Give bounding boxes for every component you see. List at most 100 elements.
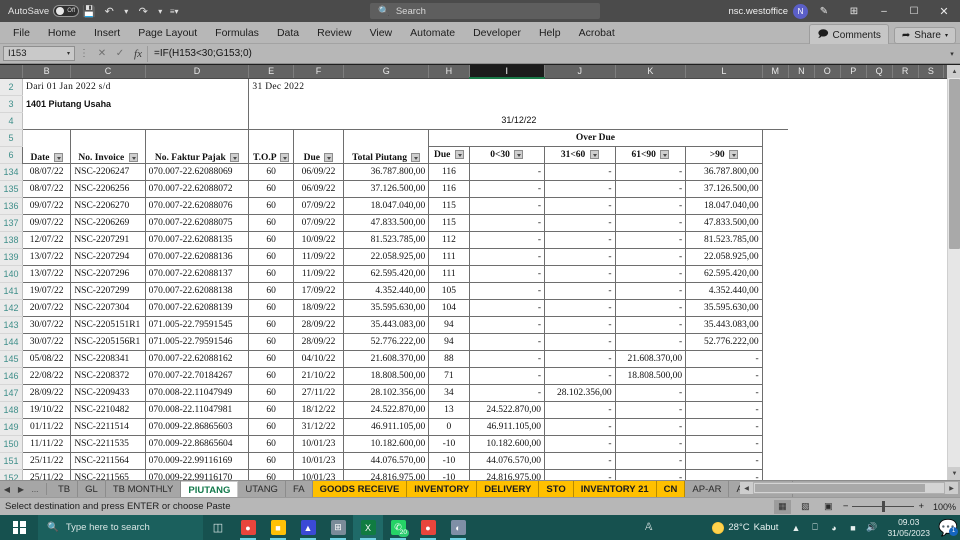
row-header-2[interactable]: 2 bbox=[0, 78, 24, 96]
cell-bucket-61-90[interactable]: - bbox=[614, 332, 687, 351]
cell-bucket-31-60[interactable]: 28.102.356,00 bbox=[544, 383, 616, 402]
cell-bucket-31-60[interactable]: - bbox=[544, 298, 616, 317]
table-row[interactable]: 137 09/07/22 NSC-2206269 070.007-22.6208807… bbox=[0, 213, 960, 232]
calculator-icon[interactable]: ⊞ bbox=[323, 515, 353, 540]
cell-due-date[interactable]: 10/01/23 bbox=[292, 468, 345, 480]
cell-due-date[interactable]: 07/09/22 bbox=[292, 196, 345, 215]
column-header-S[interactable]: S bbox=[918, 65, 945, 79]
cell-due-date[interactable]: 10/01/23 bbox=[292, 451, 345, 470]
tab-view[interactable]: View bbox=[361, 22, 402, 44]
horizontal-scrollbar[interactable]: ◀ ▶ bbox=[740, 481, 958, 495]
filter-dropdown-icon-od_61_90[interactable] bbox=[660, 149, 670, 159]
cell-faktur[interactable]: 070.008-22.11047981 bbox=[144, 400, 250, 419]
cell-bucket-61-90[interactable]: - bbox=[614, 230, 687, 249]
cell-top[interactable]: 60 bbox=[248, 332, 294, 351]
cell-bucket-31-60[interactable]: - bbox=[544, 264, 616, 283]
cell-bucket-0-30[interactable]: - bbox=[468, 315, 546, 334]
tab-page-layout[interactable]: Page Layout bbox=[129, 22, 206, 44]
row-header-140[interactable]: 140 bbox=[0, 265, 24, 283]
filter-dropdown-icon-od_due[interactable] bbox=[454, 149, 464, 159]
chevron-down-icon[interactable]: ▾ bbox=[67, 50, 70, 57]
tab-data[interactable]: Data bbox=[268, 22, 308, 44]
table-row[interactable]: 143 30/07/22 NSC-2205151R1 071.005-22.79591… bbox=[0, 315, 960, 334]
cell-overdue-days[interactable]: 115 bbox=[428, 213, 470, 232]
cell-invoice[interactable]: NSC-2207296 bbox=[70, 264, 146, 283]
taskbar-search-input[interactable]: 🔍 Type here to search bbox=[38, 515, 203, 540]
cell-total-piutang[interactable]: 24.816.975,00 bbox=[343, 468, 430, 480]
cell-bucket-over-90[interactable]: - bbox=[685, 366, 763, 385]
cell-total-piutang[interactable]: 22.058.925,00 bbox=[343, 247, 430, 266]
cell-overdue-days[interactable]: 112 bbox=[428, 230, 470, 249]
column-header-P[interactable]: P bbox=[840, 65, 867, 79]
cell-date[interactable]: 01/11/22 bbox=[22, 417, 72, 436]
row-header-3[interactable]: 3 bbox=[0, 95, 24, 113]
cell-bucket-0-30[interactable]: 10.182.600,00 bbox=[468, 434, 546, 453]
cell-bucket-over-90[interactable]: - bbox=[685, 400, 763, 419]
first-sheet-icon[interactable]: ◀ bbox=[0, 485, 14, 494]
cell-total-piutang[interactable]: 62.595.420,00 bbox=[343, 264, 430, 283]
column-header-K[interactable]: K bbox=[615, 65, 687, 79]
cell-bucket-31-60[interactable]: - bbox=[544, 468, 616, 480]
cell-overdue-days[interactable]: 0 bbox=[428, 417, 470, 436]
task-view-icon[interactable]: ◫ bbox=[203, 515, 233, 540]
cell-top[interactable]: 60 bbox=[248, 247, 294, 266]
cell-top[interactable]: 60 bbox=[248, 213, 294, 232]
cell-bucket-over-90[interactable]: - bbox=[685, 349, 763, 368]
cell-due-date[interactable]: 17/09/22 bbox=[292, 281, 345, 300]
cell-bucket-31-60[interactable]: - bbox=[544, 247, 616, 266]
cell-due-date[interactable]: 10/09/22 bbox=[292, 230, 345, 249]
table-row[interactable]: 144 30/07/22 NSC-2205156R1 071.005-22.79591… bbox=[0, 332, 960, 351]
cell-top[interactable]: 60 bbox=[248, 383, 294, 402]
cell-bucket-0-30[interactable]: - bbox=[468, 162, 546, 181]
filter-dropdown-icon-od_90[interactable] bbox=[729, 149, 739, 159]
cell-date[interactable]: 30/07/22 bbox=[22, 332, 72, 351]
cell-faktur[interactable]: 070.007-22.62088069 bbox=[144, 162, 250, 181]
scroll-right-icon[interactable]: ▶ bbox=[945, 482, 958, 494]
tab-formulas[interactable]: Formulas bbox=[206, 22, 268, 44]
row-header-138[interactable]: 138 bbox=[0, 231, 24, 249]
cell-bucket-over-90[interactable]: - bbox=[685, 468, 763, 480]
filter-dropdown-icon-top[interactable] bbox=[280, 152, 290, 162]
cell-bucket-over-90[interactable]: 47.833.500,00 bbox=[685, 213, 763, 232]
normal-view-icon[interactable]: ▦ bbox=[773, 499, 791, 514]
table-row[interactable]: 148 19/10/22 NSC-2210482 070.008-22.1104798… bbox=[0, 400, 960, 419]
cell-invoice[interactable]: NSC-2206247 bbox=[70, 162, 146, 181]
cell-top[interactable]: 60 bbox=[248, 451, 294, 470]
cell-bucket-0-30[interactable]: 24.816.975,00 bbox=[468, 468, 546, 480]
cell-top[interactable]: 60 bbox=[248, 196, 294, 215]
cell-bucket-31-60[interactable]: - bbox=[544, 162, 616, 181]
cell-bucket-31-60[interactable]: - bbox=[544, 196, 616, 215]
sheet-list-ellipsis[interactable]: ... bbox=[28, 485, 42, 494]
column-header-C[interactable]: C bbox=[70, 65, 146, 79]
column-header-N[interactable]: N bbox=[788, 65, 815, 79]
cell-due-date[interactable]: 07/09/22 bbox=[292, 213, 345, 232]
table-row[interactable]: 152 25/11/22 NSC-2211565 070.009-22.9911617… bbox=[0, 468, 960, 480]
cell-bucket-0-30[interactable]: 44.076.570,00 bbox=[468, 451, 546, 470]
cell-bucket-61-90[interactable]: - bbox=[614, 162, 687, 181]
tab-developer[interactable]: Developer bbox=[464, 22, 530, 44]
cell-bucket-0-30[interactable]: - bbox=[468, 298, 546, 317]
column-header-F[interactable]: F bbox=[293, 65, 345, 79]
table-row[interactable]: 147 28/09/22 NSC-2209433 070.008-22.1104794… bbox=[0, 383, 960, 402]
filter-dropdown-icon-invoice[interactable] bbox=[128, 152, 138, 162]
cell-total-piutang[interactable]: 4.352.440,00 bbox=[343, 281, 430, 300]
cell-faktur[interactable]: 070.009-22.99116169 bbox=[144, 451, 250, 470]
row-header-143[interactable]: 143 bbox=[0, 316, 24, 334]
cell-top[interactable]: 60 bbox=[248, 366, 294, 385]
cell-top[interactable]: 60 bbox=[248, 162, 294, 181]
cell-bucket-0-30[interactable]: 46.911.105,00 bbox=[468, 417, 546, 436]
cell-overdue-days[interactable]: 94 bbox=[428, 315, 470, 334]
row-header-144[interactable]: 144 bbox=[0, 333, 24, 351]
table-row[interactable]: 138 12/07/22 NSC-2207291 070.007-22.6208813… bbox=[0, 230, 960, 249]
cell-invoice[interactable]: NSC-2206269 bbox=[70, 213, 146, 232]
row-header-148[interactable]: 148 bbox=[0, 401, 24, 419]
cell-invoice[interactable]: NSC-2207304 bbox=[70, 298, 146, 317]
autosave-switch[interactable]: Off bbox=[53, 5, 80, 17]
cell-faktur[interactable]: 070.007-22.62088137 bbox=[144, 264, 250, 283]
cell-due-date[interactable]: 11/09/22 bbox=[292, 247, 345, 266]
table-row[interactable]: 136 09/07/22 NSC-2206270 070.007-22.6208807… bbox=[0, 196, 960, 215]
sheet-tab-tb[interactable]: TB bbox=[51, 480, 79, 498]
cell-overdue-days[interactable]: -10 bbox=[428, 451, 470, 470]
cell-bucket-61-90[interactable]: - bbox=[614, 196, 687, 215]
cell-invoice[interactable]: NSC-2211535 bbox=[70, 434, 146, 453]
